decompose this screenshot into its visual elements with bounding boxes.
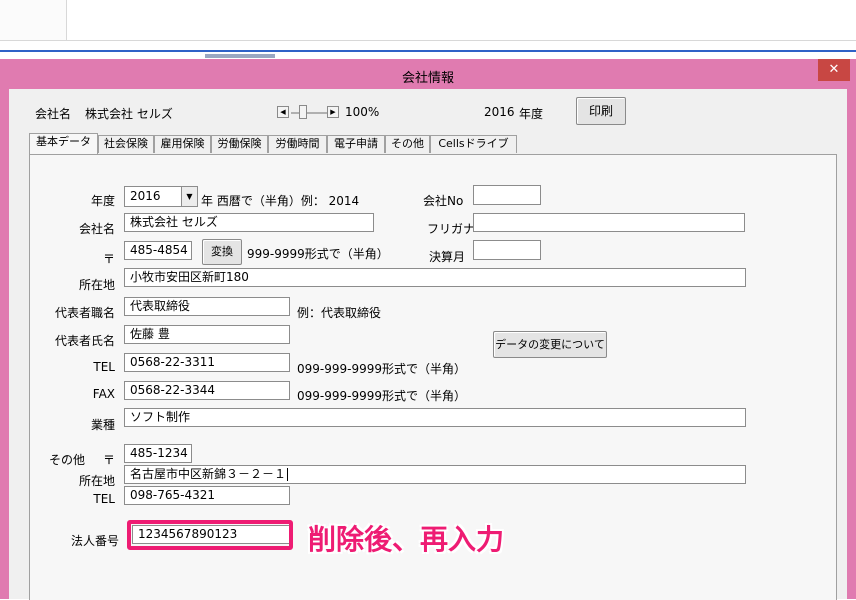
annotation-text: 削除後、再入力 [308,523,505,556]
zoom-slider-thumb[interactable] [299,105,307,119]
other-tel-input[interactable]: 098-765-4321 [124,486,290,505]
arrow-left-icon: ◀ [280,108,286,116]
tab-working-hours[interactable]: 労働時間 [268,135,327,153]
zoom-increase-button[interactable]: ▶ [327,106,339,118]
company-no-input[interactable] [473,185,541,205]
year-select[interactable]: 2016 ▼ [124,186,198,207]
industry-input[interactable]: ソフト制作 [124,408,746,427]
tab-strip: 基本データ 社会保険 雇用保険 労働保険 労働時間 電子申請 その他 Cells… [29,133,529,155]
rep-title-label: 代表者職名 [54,306,115,320]
furigana-input[interactable] [473,213,745,232]
year-label: 年度 [90,194,115,208]
year-hint: 年 西暦で（半角）例： 2014 [201,194,360,208]
title-bar[interactable]: 会社情報 ✕ [0,59,856,89]
header-year-value: 2016 [484,105,515,119]
other-postal-label: 〒 [102,453,115,467]
header-company-value: 株式会社 セルズ [85,107,173,121]
year-select-value: 2016 [130,189,161,203]
tel-hint: 099-999-9999形式で（半角） [297,362,467,376]
other-address-input[interactable]: 名古屋市中区新錦３－２－１ [124,465,746,484]
company-no-label: 会社No [423,194,464,208]
tab-social-insurance[interactable]: 社会保険 [98,135,154,153]
other-section-label: その他 [49,453,86,467]
fax-hint: 099-999-9999形式で（半角） [297,389,467,403]
data-change-info-button[interactable]: データの変更について [493,331,607,358]
other-address-value: 名古屋市中区新錦３－２－１ [130,467,287,481]
rep-title-hint: 例：代表取締役 [297,306,382,320]
background-window-border [0,50,856,52]
header-year-label: 年度 [519,107,544,121]
header-company-label: 会社名 [35,107,72,121]
postal-code-input[interactable]: 485-4854 [124,241,192,260]
fiscal-month-input[interactable] [473,240,541,260]
text-caret [287,468,289,481]
address-input[interactable]: 小牧市安田区新町180 [124,268,746,287]
corp-number-label: 法人番号 [70,534,119,548]
background-sheet-corner [0,0,67,41]
tel-input[interactable]: 0568-22-3311 [124,353,290,372]
close-button[interactable]: ✕ [818,59,850,81]
rep-title-input[interactable]: 代表取締役 [124,297,290,316]
company-name-input[interactable]: 株式会社 セルズ [124,213,374,232]
tab-basic-data[interactable]: 基本データ [29,133,98,154]
rep-name-input[interactable]: 佐藤 豊 [124,325,290,344]
company-name-label: 会社名 [78,222,115,236]
fiscal-month-label: 決算月 [429,250,466,264]
tab-other[interactable]: その他 [385,135,430,153]
print-button[interactable]: 印刷 [576,97,626,125]
arrow-right-icon: ▶ [330,108,336,116]
background-spreadsheet [0,0,856,58]
tab-employment-insurance[interactable]: 雇用保険 [154,135,211,153]
corp-number-highlight-box [127,520,293,550]
close-icon: ✕ [828,62,840,77]
tel-label: TEL [93,360,115,374]
chevron-down-icon[interactable]: ▼ [181,187,197,206]
fax-label: FAX [92,387,115,401]
other-address-label: 所在地 [78,474,115,488]
rep-name-label: 代表者氏名 [54,334,115,348]
background-sheet [66,0,856,41]
zoom-decrease-button[interactable]: ◀ [277,106,289,118]
fax-input[interactable]: 0568-22-3344 [124,381,290,400]
convert-button[interactable]: 変換 [202,239,242,265]
postal-hint: 999-9999形式で（半角） [247,247,389,261]
other-tel-label: TEL [93,492,115,506]
tab-labor-insurance[interactable]: 労働保険 [211,135,268,153]
background-scroll-thumb [205,54,275,58]
tab-e-application[interactable]: 電子申請 [327,135,385,153]
zoom-slider-track[interactable] [291,112,327,114]
other-postal-input[interactable]: 485-1234 [124,444,192,463]
window-title: 会社情報 [401,71,454,86]
zoom-value: 100% [345,105,380,119]
address-label: 所在地 [78,278,115,292]
furigana-label: フリガナ [427,222,476,236]
postal-label: 〒 [102,252,115,266]
industry-label: 業種 [90,418,115,432]
tab-cells-drive[interactable]: Cellsドライブ [430,135,517,153]
